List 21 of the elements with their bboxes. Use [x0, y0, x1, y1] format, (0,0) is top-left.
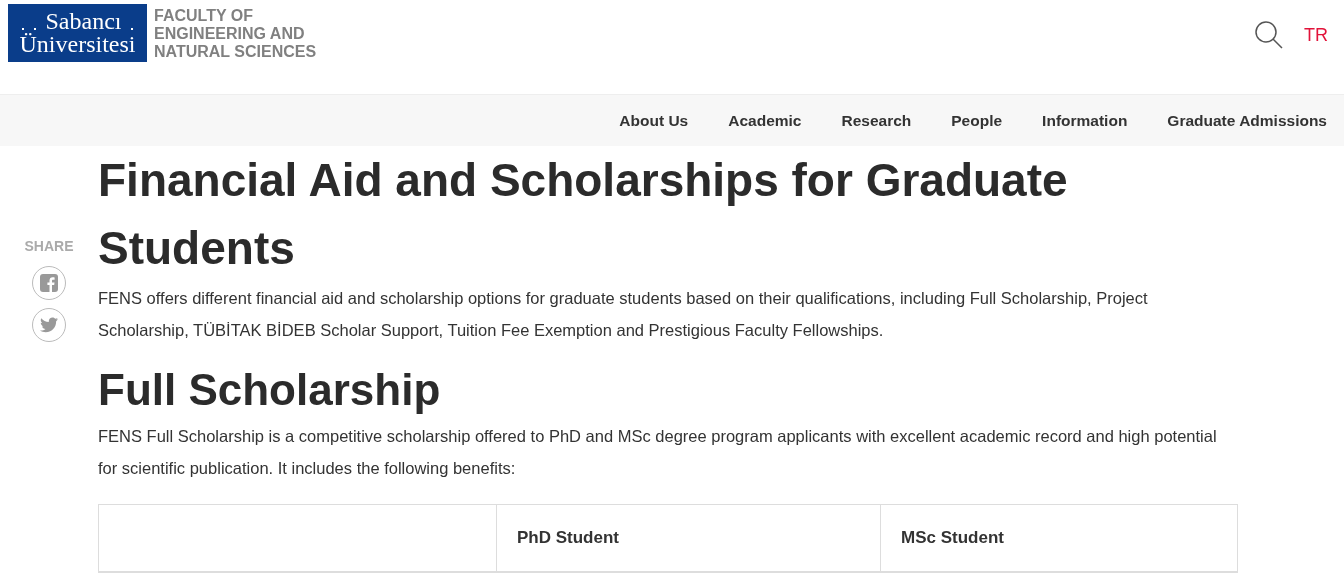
nav-link[interactable]: Information — [1042, 111, 1128, 130]
nav-link[interactable]: Graduate Admissions — [1167, 111, 1327, 130]
nav-link[interactable]: Academic — [728, 111, 802, 130]
facebook-icon — [40, 274, 58, 292]
bird-icon — [40, 317, 58, 333]
nav-link[interactable]: About Us — [619, 111, 689, 130]
page-title: Financial Aid and Scholarships for Graduate Students — [98, 153, 1069, 276]
faculty-name: ENGINEERING AND — [154, 25, 306, 43]
table-header-cell: PhD Student — [496, 505, 880, 572]
faculty-name: NATURAL SCIENCES — [154, 43, 317, 61]
share-label: SHARE — [24, 238, 74, 254]
search-icon[interactable] — [1254, 20, 1284, 50]
faculty-name: FACULTY OF — [154, 7, 254, 25]
language-link[interactable]: TR — [1304, 24, 1328, 46]
table-header-cell: MSc Student — [880, 505, 1237, 572]
section-heading: Full Scholarship — [98, 364, 442, 416]
intro-paragraph: FENS offers different financial aid and scholarship options for graduate students based on their qualifications, including Full Scholarship, Project Scholarship, TÜBİTAK BİDEB Scholar Support, Tuition Fee Exemption and Prestigious Faculty Fellowships. — [98, 288, 1149, 341]
university-logo[interactable]: Sabancı Üniversitesi — [8, 4, 147, 62]
section-paragraph: FENS Full Scholarship is a competitive scholarship offered to PhD and MSc degree program applicants with excellent academic record and high potential for scientific publication. It includes the following benefits: — [98, 426, 1218, 479]
nav-link[interactable]: People — [951, 111, 1003, 130]
nav-link[interactable]: Research — [841, 111, 912, 130]
